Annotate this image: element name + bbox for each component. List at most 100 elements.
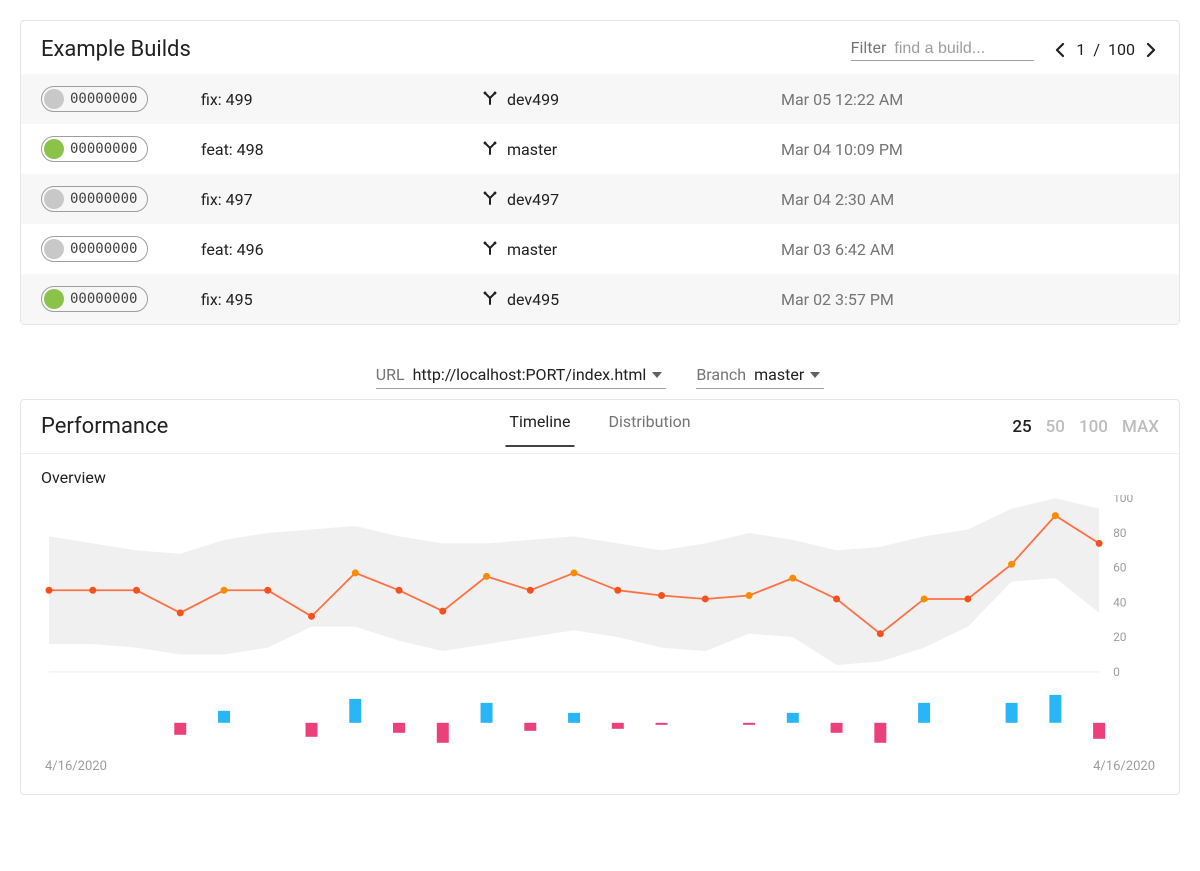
commit-hash: 00000000 (70, 91, 137, 107)
y-tick-label: 40 (1113, 595, 1127, 609)
filter-input[interactable] (894, 40, 1034, 58)
url-selector-label: URL (376, 365, 405, 384)
url-selector[interactable]: URL http://localhost:PORT/index.html (376, 363, 667, 389)
value-point (1096, 540, 1103, 547)
commit-hash: 00000000 (70, 191, 137, 207)
value-point (921, 595, 928, 602)
overview-chart: 020406080100 (41, 495, 1159, 753)
value-point (89, 587, 96, 594)
branch-name: master (507, 240, 557, 259)
confidence-band (49, 498, 1099, 665)
branch-icon (481, 290, 499, 308)
build-branch: dev497 (481, 190, 781, 209)
branch-selector[interactable]: Branch master (696, 363, 824, 389)
value-point (789, 575, 796, 582)
commit-pill[interactable]: 00000000 (41, 236, 148, 262)
value-point (439, 608, 446, 615)
filter-label: Filter (851, 38, 887, 57)
value-point (308, 613, 315, 620)
branch-name: dev497 (507, 190, 559, 209)
branch-name: dev499 (507, 90, 559, 109)
value-point (527, 587, 534, 594)
delta-bar-negative (743, 723, 755, 725)
caret-down-icon (810, 372, 820, 378)
branch-icon (481, 140, 499, 158)
builds-header-right: Filter 1 / 100 (851, 38, 1159, 61)
branch-selector-text: master (754, 365, 804, 384)
value-point (133, 587, 140, 594)
delta-bar-positive (787, 713, 799, 723)
range-100[interactable]: 100 (1079, 417, 1108, 437)
delta-bar-positive (1049, 695, 1061, 723)
builds-list: 00000000fix: 499dev499Mar 05 12:22 AM000… (21, 74, 1179, 324)
selectors-row: URL http://localhost:PORT/index.html Bra… (0, 345, 1200, 393)
build-message: fix: 499 (201, 90, 481, 109)
value-point (746, 592, 753, 599)
commit-pill[interactable]: 00000000 (41, 86, 148, 112)
commit-pill[interactable]: 00000000 (41, 136, 148, 162)
branch-selector-value: master (754, 365, 820, 384)
y-tick-label: 0 (1113, 665, 1120, 679)
filter-field[interactable]: Filter (851, 38, 1035, 61)
delta-bar-negative (656, 723, 668, 725)
tab-distribution[interactable]: Distribution (604, 406, 694, 447)
tab-timeline[interactable]: Timeline (505, 406, 574, 447)
value-point (1008, 561, 1015, 568)
delta-bar-positive (918, 703, 930, 723)
build-row[interactable]: 00000000 fix: 499 dev499 Mar 05 12:22 AM (21, 74, 1179, 124)
commit-hash: 00000000 (70, 141, 137, 157)
overview-block: Overview 020406080100 4/16/2020 4/16/202… (21, 454, 1179, 794)
branch-name: master (507, 140, 557, 159)
branch-icon (481, 240, 499, 258)
build-hash-cell: 00000000 (41, 186, 201, 212)
build-hash-cell: 00000000 (41, 286, 201, 312)
y-tick-label: 20 (1113, 630, 1127, 644)
value-point (571, 569, 578, 576)
branch-name: dev495 (507, 290, 559, 309)
delta-bar-negative (831, 723, 843, 733)
pager-prev-button[interactable] (1052, 41, 1068, 59)
build-hash-cell: 00000000 (41, 236, 201, 262)
build-branch: master (481, 240, 781, 259)
build-message: fix: 495 (201, 290, 481, 309)
build-message: feat: 498 (201, 140, 481, 159)
delta-bar-positive (349, 699, 361, 723)
build-row[interactable]: 00000000 fix: 495 dev495 Mar 02 3:57 PM (21, 274, 1179, 324)
build-time: Mar 04 10:09 PM (781, 140, 1159, 159)
commit-pill[interactable]: 00000000 (41, 186, 148, 212)
build-branch: dev495 (481, 290, 781, 309)
build-time: Mar 02 3:57 PM (781, 290, 1159, 309)
overview-x-axis: 4/16/2020 4/16/2020 (41, 753, 1159, 788)
commit-hash: 00000000 (70, 291, 137, 307)
value-point (702, 595, 709, 602)
range-50[interactable]: 50 (1046, 417, 1065, 437)
y-tick-label: 80 (1113, 526, 1127, 540)
value-point (221, 587, 228, 594)
delta-bar-negative (174, 723, 186, 735)
commit-pill[interactable]: 00000000 (41, 286, 148, 312)
range-25[interactable]: 25 (1012, 417, 1031, 437)
delta-bar-positive (218, 711, 230, 723)
branch-icon (481, 90, 499, 108)
branch-icon (481, 190, 499, 208)
performance-tabs: Timeline Distribution (505, 406, 694, 447)
pager-total: 100 (1108, 40, 1135, 59)
caret-down-icon (652, 372, 662, 378)
value-point (964, 595, 971, 602)
pager-next-button[interactable] (1143, 41, 1159, 59)
build-branch: master (481, 140, 781, 159)
build-row[interactable]: 00000000 feat: 498 master Mar 04 10:09 PM (21, 124, 1179, 174)
range-max[interactable]: MAX (1122, 417, 1159, 437)
delta-bar-negative (524, 723, 536, 731)
chevron-right-icon (1145, 43, 1157, 57)
pager-sep: / (1093, 40, 1100, 59)
build-row[interactable]: 00000000feat: 496masterMar 03 6:42 AM (21, 224, 1179, 274)
build-hash-cell: 00000000 (41, 86, 201, 112)
value-point (614, 587, 621, 594)
delta-bar-negative (1093, 723, 1105, 739)
build-time: Mar 05 12:22 AM (781, 90, 1159, 109)
avatar (44, 139, 64, 159)
delta-bar-negative (393, 723, 405, 733)
build-row[interactable]: 00000000fix: 497dev497Mar 04 2:30 AM (21, 174, 1179, 224)
performance-card: Performance Timeline Distribution 25 50 … (20, 399, 1180, 795)
